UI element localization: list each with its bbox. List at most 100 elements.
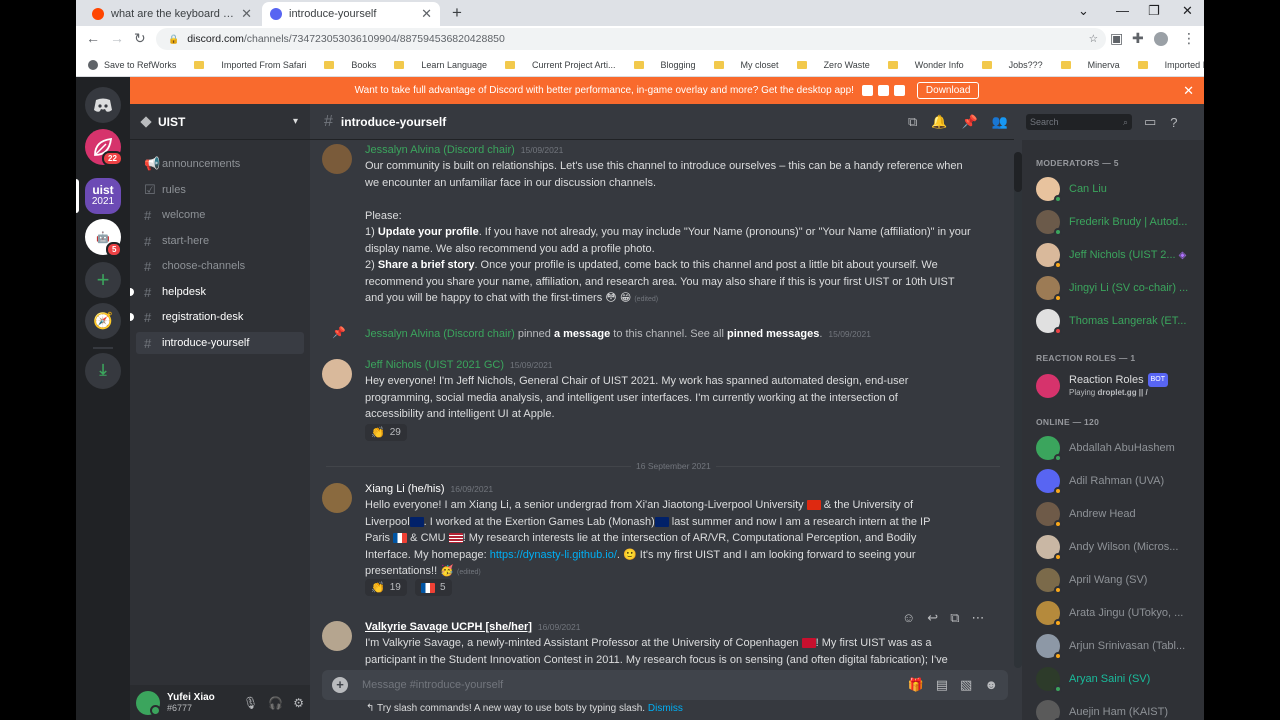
- close-window-icon[interactable]: ✕: [1182, 3, 1193, 19]
- avatar[interactable]: [322, 483, 352, 513]
- bookmark-item[interactable]: Learn Language: [394, 60, 487, 70]
- member-list-icon[interactable]: 👥: [992, 114, 1008, 130]
- settings-gear-icon[interactable]: ⚙: [293, 696, 304, 710]
- address-bar[interactable]: 🔒 discord.com/channels/73472305303610990…: [156, 28, 1106, 50]
- user-info[interactable]: Yufei Xiao #6777: [167, 692, 215, 714]
- close-banner-icon[interactable]: ✕: [1183, 83, 1194, 99]
- member-item[interactable]: Arjun Srinivasan (Tabl...: [1036, 631, 1201, 661]
- bookmark-item[interactable]: Imported From Safari: [194, 60, 306, 70]
- message-author[interactable]: Jeff Nichols (UIST 2021 GC): [365, 359, 504, 371]
- reaction-clap[interactable]: 👏 29: [365, 424, 407, 441]
- tab-reddit[interactable]: what are the keyboard short cuts ✕: [84, 2, 260, 26]
- close-tab-icon[interactable]: ✕: [421, 6, 432, 22]
- member-item[interactable]: Arata Jingu (UTokyo, ...: [1036, 598, 1201, 628]
- member-item[interactable]: Aryan Saini (SV): [1036, 664, 1201, 694]
- message-author[interactable]: Valkyrie Savage UCPH [she/her]: [365, 621, 532, 633]
- message-composer[interactable]: + Message #introduce-yourself 🎁 ▤ ▧ ☻: [322, 670, 1008, 700]
- discord-home-icon[interactable]: [85, 87, 121, 123]
- server-uist-icon[interactable]: uist 2021: [85, 178, 121, 214]
- server-header[interactable]: UIST ▾: [130, 104, 310, 140]
- bookmark-item[interactable]: Blogging: [633, 60, 696, 70]
- dismiss-link[interactable]: Dismiss: [648, 703, 683, 714]
- mute-mic-icon[interactable]: 🎙: [243, 696, 258, 710]
- bookmark-star-icon[interactable]: ☆: [1089, 33, 1098, 45]
- channel-choose-channels[interactable]: # choose-channels: [136, 255, 304, 277]
- inbox-icon[interactable]: ▭: [1144, 114, 1156, 130]
- download-button[interactable]: Download: [916, 82, 980, 99]
- bookmark-item[interactable]: Minerva: [1060, 60, 1120, 70]
- member-item[interactable]: Thomas Langerak (ET...: [1036, 306, 1201, 336]
- chevron-down-icon[interactable]: ▾: [293, 116, 298, 127]
- message-scrollbar-thumb[interactable]: [1014, 152, 1022, 192]
- message-author[interactable]: Jessalyn Alvina (Discord chair): [365, 144, 515, 156]
- reply-icon[interactable]: ↩: [927, 610, 938, 626]
- sticker-icon[interactable]: ▧: [960, 677, 972, 693]
- pinned-messages-link[interactable]: pinned messages: [727, 328, 819, 340]
- avatar[interactable]: [322, 144, 352, 174]
- add-reaction-icon[interactable]: ☺: [902, 610, 915, 626]
- headphones-icon[interactable]: 🎧: [268, 696, 283, 710]
- avatar[interactable]: [322, 621, 352, 651]
- back-icon[interactable]: ←: [86, 30, 100, 46]
- maximize-icon[interactable]: ❐: [1148, 3, 1160, 19]
- upload-plus-icon[interactable]: +: [332, 677, 348, 693]
- channel-welcome[interactable]: # welcome: [136, 204, 304, 226]
- bookmark-item[interactable]: Wonder Info: [887, 60, 964, 70]
- member-item[interactable]: Jingyi Li (SV co-chair) ...: [1036, 273, 1201, 303]
- avatar[interactable]: [136, 690, 161, 716]
- menu-dots-icon[interactable]: ⋮: [1182, 30, 1196, 47]
- member-item[interactable]: Abdallah AbuHashem: [1036, 433, 1201, 463]
- create-thread-icon[interactable]: ⧉: [950, 610, 959, 626]
- bookmark-item[interactable]: Jobs???: [981, 60, 1043, 70]
- channel-helpdesk[interactable]: # helpdesk: [130, 281, 304, 303]
- gift-icon[interactable]: 🎁: [908, 677, 924, 693]
- member-item[interactable]: Can Liu: [1036, 174, 1201, 204]
- member-item[interactable]: Frederik Brudy | Autod...: [1036, 207, 1201, 237]
- member-item-bot[interactable]: Reaction Roles BOT Playing droplet.gg || …: [1036, 369, 1201, 403]
- homepage-link[interactable]: https://dynasty-li.github.io/: [490, 549, 617, 561]
- explore-servers-icon[interactable]: 🧭: [85, 303, 121, 339]
- profile-avatar[interactable]: [1154, 32, 1168, 46]
- member-item[interactable]: April Wang (SV): [1036, 565, 1201, 595]
- add-server-icon[interactable]: +: [85, 262, 121, 298]
- minimize-icon[interactable]: —: [1116, 3, 1129, 18]
- reload-icon[interactable]: ↻: [134, 30, 146, 47]
- notification-bell-icon[interactable]: 🔔: [931, 114, 947, 130]
- channel-registration-desk[interactable]: # registration-desk: [130, 306, 304, 328]
- tab-search-icon[interactable]: ⌄: [1078, 3, 1089, 19]
- gif-icon[interactable]: ▤: [936, 677, 948, 693]
- member-item[interactable]: Adil Rahman (UVA): [1036, 466, 1201, 496]
- more-options-icon[interactable]: ⋯: [971, 610, 984, 626]
- download-apps-icon[interactable]: ⤓: [85, 353, 121, 389]
- search-input[interactable]: Search ⌕: [1026, 114, 1132, 130]
- tab-discord[interactable]: introduce-yourself ✕: [262, 2, 440, 26]
- channel-announcements[interactable]: 📢 announcements: [136, 153, 304, 175]
- reaction-france[interactable]: 5: [415, 579, 452, 596]
- bookmark-item[interactable]: Current Project Arti...: [504, 60, 616, 70]
- reading-list-icon[interactable]: ▣: [1110, 30, 1123, 47]
- avatar[interactable]: [322, 359, 352, 389]
- emoji-picker-icon[interactable]: ☻: [984, 677, 998, 693]
- message-input-placeholder[interactable]: Message #introduce-yourself: [362, 679, 503, 691]
- reaction-clap[interactable]: 👏 19: [365, 579, 407, 596]
- member-item[interactable]: Andrew Head: [1036, 499, 1201, 529]
- message-author[interactable]: Xiang Li (he/his): [365, 483, 445, 495]
- bookmark-item[interactable]: My closet: [713, 60, 779, 70]
- pinned-message-link[interactable]: a message: [554, 328, 610, 340]
- member-item[interactable]: Andy Wilson (Micros...: [1036, 532, 1201, 562]
- close-tab-icon[interactable]: ✕: [241, 6, 252, 22]
- channel-start-here[interactable]: # start-here: [136, 230, 304, 252]
- bookmark-item[interactable]: Save to RefWorks: [88, 59, 176, 70]
- forward-icon[interactable]: →: [110, 30, 124, 46]
- member-item[interactable]: Jeff Nichols (UIST 2... ◈: [1036, 240, 1201, 270]
- member-item[interactable]: Auejin Ham (KAIST): [1036, 697, 1201, 720]
- help-icon[interactable]: ?: [1170, 115, 1177, 130]
- extensions-icon[interactable]: ✚: [1132, 30, 1144, 47]
- bookmark-item[interactable]: Zero Waste: [796, 60, 870, 70]
- channel-introduce-yourself[interactable]: # introduce-yourself: [136, 332, 304, 354]
- new-tab-icon[interactable]: +: [452, 3, 462, 23]
- bookmark-item[interactable]: Imported From Chr...: [1137, 60, 1204, 70]
- pinned-messages-icon[interactable]: 📌: [961, 114, 977, 130]
- channel-rules[interactable]: ☑ rules: [136, 179, 304, 201]
- message-author[interactable]: Jessalyn Alvina (Discord chair): [365, 328, 515, 340]
